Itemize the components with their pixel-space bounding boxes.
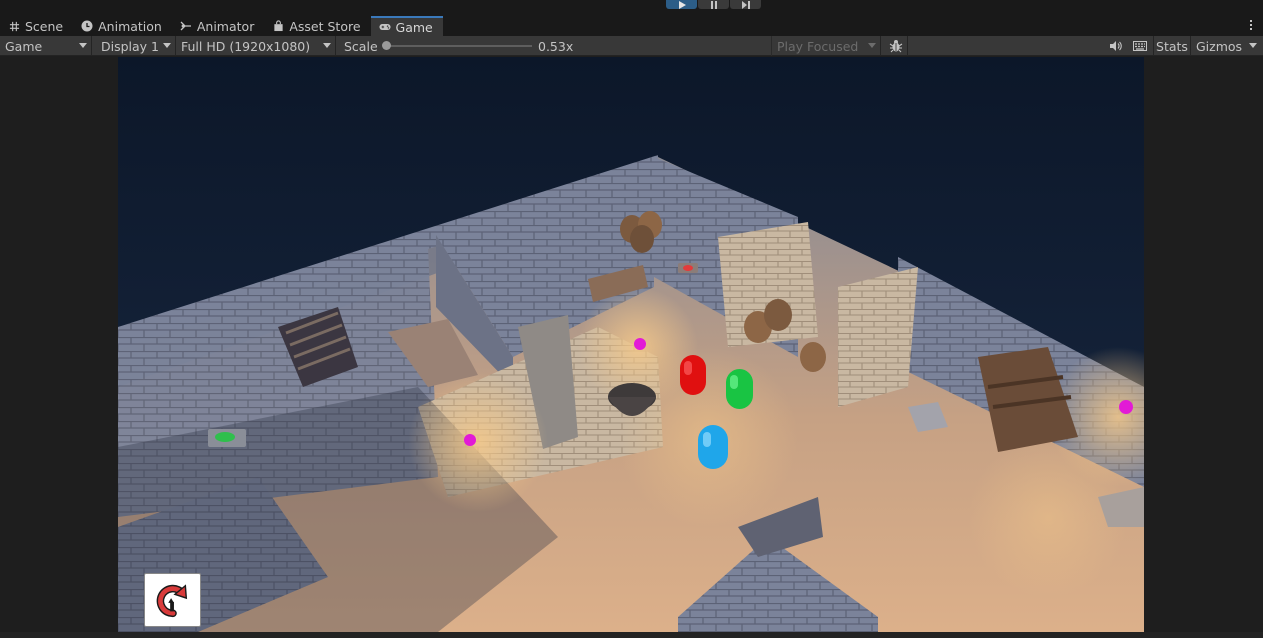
shortcuts-button[interactable] xyxy=(1129,36,1151,56)
play-mode-dropdown[interactable]: Play Focused xyxy=(771,36,881,56)
mute-audio-button[interactable] xyxy=(1104,36,1128,56)
scale-slider-handle[interactable] xyxy=(382,41,391,50)
step-icon xyxy=(741,0,750,9)
display-value: Display 1 xyxy=(101,38,160,54)
bug-icon xyxy=(889,40,902,53)
tab-label: Animation xyxy=(98,18,162,34)
tab-label: Scene xyxy=(25,18,64,34)
tab-options-menu[interactable] xyxy=(1247,17,1255,33)
title-strip xyxy=(0,0,1263,14)
gizmos-dropdown[interactable]: Gizmos xyxy=(1193,36,1263,56)
scale-label: Scale xyxy=(344,38,378,54)
tab-scene[interactable]: Scene xyxy=(0,16,73,36)
tab-animation[interactable]: Animation xyxy=(73,16,172,36)
chevron-down-icon xyxy=(868,43,876,48)
tab-label: Asset Store xyxy=(289,18,361,34)
view-mode-dropdown[interactable]: Game xyxy=(0,36,92,56)
chevron-down-icon xyxy=(163,43,171,48)
scale-value: 0.53x xyxy=(538,38,574,54)
restart-button[interactable] xyxy=(144,573,201,627)
game-toolbar: Game Display 1 Full HD (1920x1080) Scale… xyxy=(0,36,1263,56)
restart-arrow-icon xyxy=(156,584,187,618)
stats-toggle[interactable]: Stats xyxy=(1153,36,1191,56)
resolution-dropdown[interactable]: Full HD (1920x1080) xyxy=(176,36,336,56)
play-mode-value: Play Focused xyxy=(777,38,859,54)
resolution-value: Full HD (1920x1080) xyxy=(181,38,311,54)
tab-game[interactable]: Game xyxy=(370,16,443,36)
gamepad-icon xyxy=(378,21,391,33)
step-button[interactable] xyxy=(730,0,761,9)
pause-icon xyxy=(710,0,717,9)
tab-asset-store[interactable]: Asset Store xyxy=(264,16,370,36)
speaker-icon xyxy=(1110,41,1122,51)
scale-slider-track[interactable] xyxy=(386,45,532,47)
animator-icon xyxy=(180,20,192,32)
tab-label: Animator xyxy=(196,18,255,34)
editor-tabbar: Scene Animation Animator Asset Store Gam… xyxy=(0,16,1263,36)
debug-button[interactable] xyxy=(884,36,908,56)
play-button[interactable] xyxy=(666,0,697,9)
game-render-view[interactable] xyxy=(118,57,1144,632)
view-mode-value: Game xyxy=(5,38,43,54)
play-icon xyxy=(678,0,686,9)
dungeon-scene xyxy=(118,57,1144,632)
display-dropdown[interactable]: Display 1 xyxy=(96,36,176,56)
chevron-down-icon xyxy=(323,43,331,48)
bottom-strip xyxy=(0,632,1263,638)
grid-icon xyxy=(8,20,20,32)
chevron-down-icon xyxy=(1249,43,1257,48)
clock-icon xyxy=(81,20,93,32)
keyboard-icon xyxy=(1133,41,1147,51)
stats-label: Stats xyxy=(1156,38,1188,54)
gizmos-label: Gizmos xyxy=(1196,38,1243,54)
tab-animator[interactable]: Animator xyxy=(172,16,264,36)
tab-label: Game xyxy=(395,19,433,35)
pause-button[interactable] xyxy=(698,0,729,9)
play-controls xyxy=(666,0,762,9)
bag-icon xyxy=(272,20,284,32)
chevron-down-icon xyxy=(79,43,87,48)
